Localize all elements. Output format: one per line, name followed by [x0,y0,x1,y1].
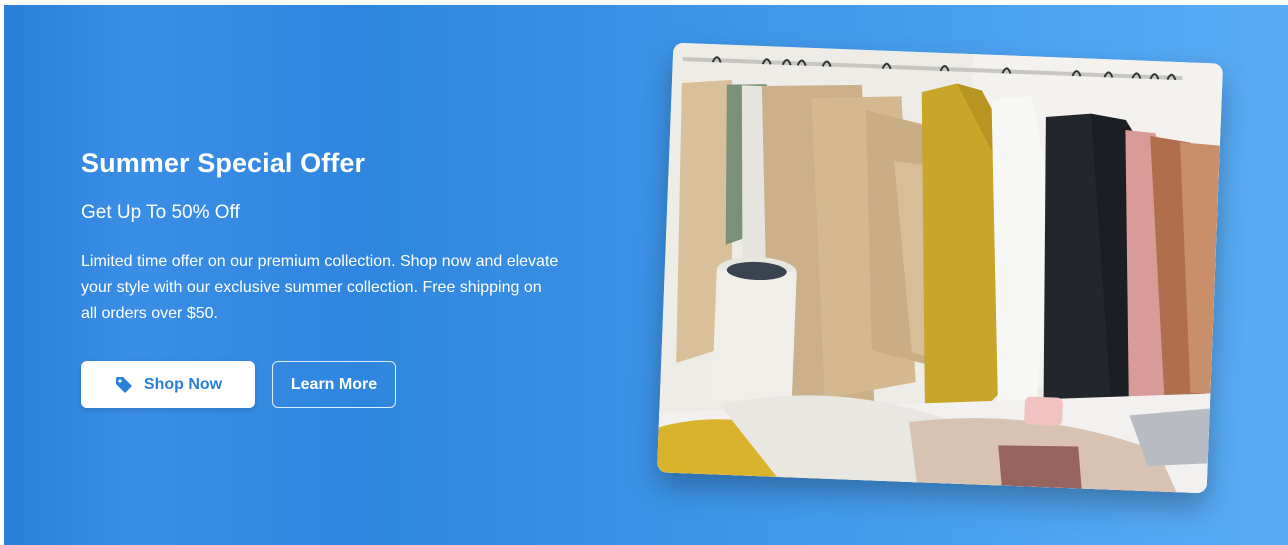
hero-text-block: Summer Special Offer Get Up To 50% Off L… [81,147,581,327]
shop-now-button[interactable]: Shop Now [81,361,255,408]
shop-now-label: Shop Now [143,375,223,393]
hero-actions: Shop Now Learn More [81,361,396,408]
clothing-rack-photo [656,42,1224,494]
learn-more-button[interactable]: Learn More [272,361,396,408]
hero-title: Summer Special Offer [81,148,366,178]
hero-subtitle: Get Up To 50% Off [81,202,240,223]
hero-description: Limited time offer on our premium collec… [81,253,559,322]
tag-icon [114,375,134,395]
hero-banner: Summer Special Offer Get Up To 50% Off L… [4,5,1288,545]
